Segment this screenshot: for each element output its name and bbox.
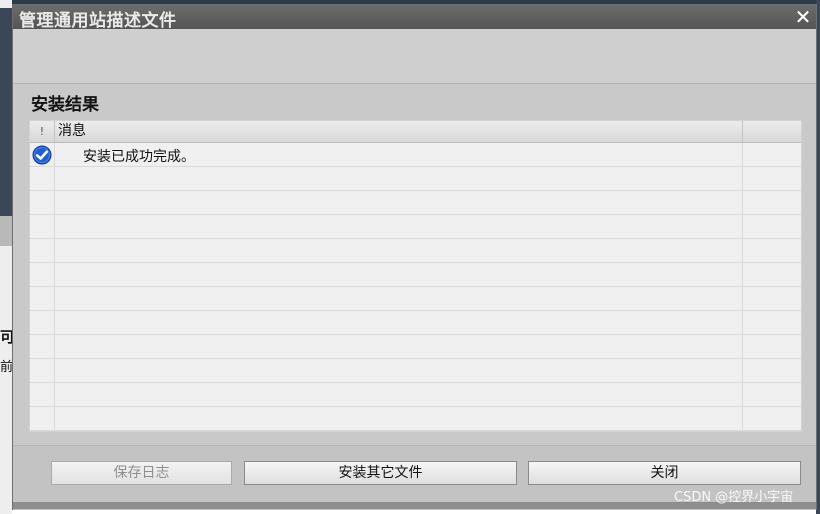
background-app-left-dark [0,8,12,216]
table-row[interactable]: 安装已成功完成。 [30,143,801,167]
column-divider [742,143,743,431]
install-other-file-button[interactable]: 安装其它文件 [244,461,517,485]
column-header-message[interactable]: 消息 [58,121,86,142]
watermark: CSDN @控界小宇宙 [674,490,794,505]
background-app-left-band [0,216,12,246]
check-circle-icon [32,145,52,165]
close-button[interactable]: 关闭 [528,461,801,485]
dialog-title: 管理通用站描述文件 [19,11,177,31]
table-body [30,143,801,431]
result-table: ! 消息 安装已成功完成。 [29,120,802,432]
save-log-button[interactable]: 保存日志 [51,461,232,485]
column-header-status[interactable]: ! [30,121,55,142]
dialog-titlebar[interactable]: 管理通用站描述文件 ✕ [13,5,816,31]
install-result-dialog: 管理通用站描述文件 ✕ 安装结果 ! 消息 安装已成功完成。 保存日志 安装其它… [12,4,817,510]
column-divider [54,143,55,431]
dialog-header-area [13,29,816,84]
close-icon[interactable]: ✕ [792,7,814,27]
row-message: 安装已成功完成。 [83,149,195,165]
table-header: ! 消息 [30,121,801,143]
column-divider [742,121,743,142]
section-title: 安装结果 [31,95,99,115]
